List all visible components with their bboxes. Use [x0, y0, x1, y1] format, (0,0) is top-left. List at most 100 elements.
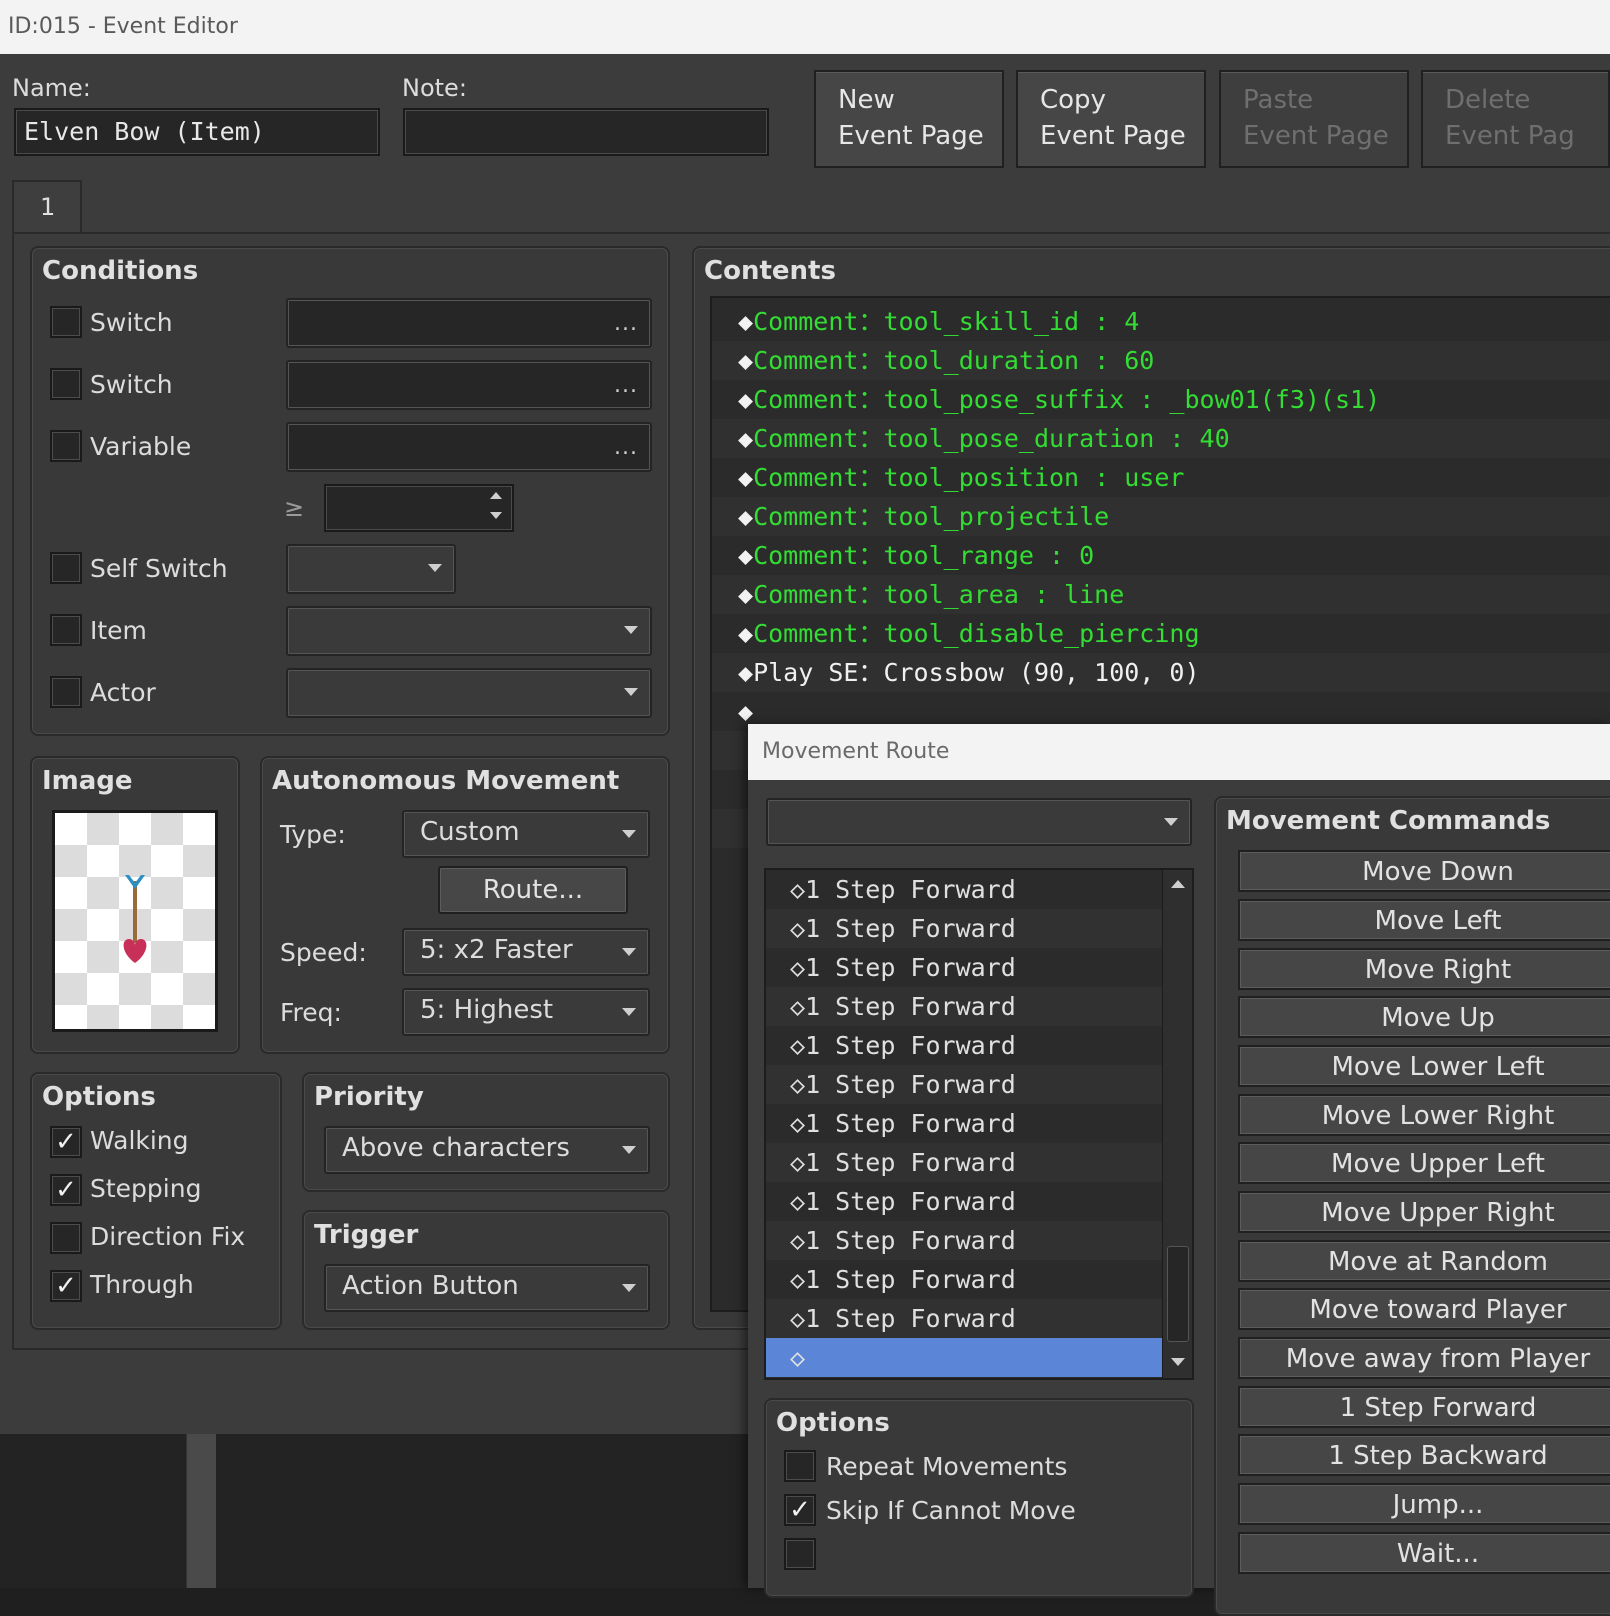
walking-checkbox[interactable]: ✓ — [50, 1126, 82, 1158]
switch-2-select[interactable]: ... — [286, 360, 652, 410]
self-switch-label: Self Switch — [90, 554, 228, 583]
list-item[interactable]: ◇1 Step Forward — [766, 948, 1162, 987]
event-image-preview[interactable] — [52, 810, 218, 1032]
trigger-select[interactable]: Action Button — [324, 1264, 650, 1312]
move-up-button[interactable]: Move Up — [1238, 996, 1610, 1038]
contents-row[interactable]: ◆Play SE：Crossbow (90, 100, 0) — [712, 653, 1610, 692]
switch-2-checkbox[interactable] — [50, 368, 82, 400]
switch-1-select[interactable]: ... — [286, 298, 652, 348]
switch-1-label: Switch — [90, 308, 173, 337]
list-item[interactable]: ◇1 Step Forward — [766, 1299, 1162, 1338]
move-lower-left-button[interactable]: Move Lower Left — [1238, 1045, 1610, 1087]
move-away-from-player-button[interactable]: Move away from Player — [1238, 1337, 1610, 1379]
route-list-scrollbar[interactable] — [1162, 870, 1192, 1378]
one-step-backward-button[interactable]: 1 Step Backward — [1238, 1434, 1610, 1476]
diamond-icon: ◆ — [738, 502, 754, 531]
wait-button[interactable]: Wait... — [1238, 1532, 1610, 1574]
contents-row[interactable]: ◆Comment：tool_range : 0 — [712, 536, 1610, 575]
repeat-movements-label: Repeat Movements — [826, 1452, 1068, 1481]
command-name: Play SE — [753, 658, 859, 687]
move-at-random-button[interactable]: Move at Random — [1238, 1240, 1610, 1282]
list-item[interactable]: ◇1 Step Forward — [766, 909, 1162, 948]
tab-page-1[interactable]: 1 — [12, 180, 82, 234]
variable-dots: ... — [614, 435, 638, 460]
command-sep: ： — [858, 658, 884, 687]
type-label: Type: — [280, 820, 346, 849]
note-input[interactable] — [403, 108, 769, 156]
item-checkbox[interactable] — [50, 614, 82, 646]
list-item[interactable]: ◇1 Step Forward — [766, 1104, 1162, 1143]
contents-row[interactable]: ◆Comment：tool_position : user — [712, 458, 1610, 497]
list-item[interactable]: ◇1 Step Forward — [766, 1026, 1162, 1065]
route-target-select[interactable] — [766, 798, 1192, 846]
move-upper-left-button[interactable]: Move Upper Left — [1238, 1142, 1610, 1184]
speed-select[interactable]: 5: x2 Faster — [402, 928, 650, 976]
list-item[interactable]: ◇1 Step Forward — [766, 1143, 1162, 1182]
delete-event-page-button[interactable]: Delete Event Pag — [1421, 70, 1610, 168]
spinner-up-icon[interactable] — [490, 492, 502, 499]
contents-row[interactable]: ◆Comment：tool_area : line — [712, 575, 1610, 614]
skip-if-cannot-move-label: Skip If Cannot Move — [826, 1496, 1076, 1525]
contents-row[interactable]: ◆Comment：tool_disable_piercing — [712, 614, 1610, 653]
variable-checkbox[interactable] — [50, 430, 82, 462]
actor-select[interactable] — [286, 668, 652, 718]
route-button[interactable]: Route... — [438, 866, 628, 914]
hollow-diamond-icon: ◇ — [790, 1187, 806, 1216]
command-sep: ： — [858, 502, 884, 531]
list-item[interactable]: ◇1 Step Forward — [766, 1260, 1162, 1299]
hollow-diamond-icon: ◇ — [790, 1343, 806, 1372]
repeat-movements-checkbox[interactable] — [784, 1450, 816, 1482]
through-checkbox[interactable]: ✓ — [50, 1270, 82, 1302]
list-item[interactable]: ◇1 Step Forward — [766, 1182, 1162, 1221]
paste-event-page-button[interactable]: Paste Event Page — [1219, 70, 1409, 168]
variable-select[interactable]: ... — [286, 422, 652, 472]
list-item-selected[interactable]: ◇ — [766, 1338, 1162, 1377]
new-event-page-button[interactable]: New Event Page — [814, 70, 1004, 168]
move-down-button[interactable]: Move Down — [1238, 850, 1610, 892]
contents-row[interactable]: ◆Comment：tool_skill_id : 4 — [712, 302, 1610, 341]
variable-value-spinner[interactable] — [324, 484, 514, 532]
chevron-down-icon — [622, 830, 636, 838]
move-upper-right-button[interactable]: Move Upper Right — [1238, 1191, 1610, 1233]
chevron-down-icon — [622, 948, 636, 956]
hollow-diamond-icon: ◇ — [790, 1070, 806, 1099]
move-lower-right-button[interactable]: Move Lower Right — [1238, 1094, 1610, 1136]
command-sep: ： — [858, 541, 884, 570]
spinner-down-icon[interactable] — [490, 512, 502, 519]
contents-row[interactable]: ◆Comment：tool_projectile — [712, 497, 1610, 536]
contents-row[interactable]: ◆Comment：tool_pose_duration : 40 — [712, 419, 1610, 458]
freq-select[interactable]: 5: Highest — [402, 988, 650, 1036]
switch-1-checkbox[interactable] — [50, 306, 82, 338]
skip-if-cannot-move-checkbox[interactable]: ✓ — [784, 1494, 816, 1526]
priority-select[interactable]: Above characters — [324, 1126, 650, 1174]
scroll-up-icon[interactable] — [1171, 880, 1185, 888]
scrollbar-thumb[interactable] — [1167, 1246, 1189, 1342]
contents-row[interactable]: ◆Comment：tool_duration : 60 — [712, 341, 1610, 380]
contents-row[interactable]: ◆Comment：tool_pose_suffix : _bow01(f3)(s… — [712, 380, 1610, 419]
move-right-button[interactable]: Move Right — [1238, 948, 1610, 990]
actor-checkbox[interactable] — [50, 676, 82, 708]
move-toward-player-button[interactable]: Move toward Player — [1238, 1288, 1610, 1330]
one-step-forward-button[interactable]: 1 Step Forward — [1238, 1386, 1610, 1428]
move-left-button[interactable]: Move Left — [1238, 899, 1610, 941]
route-options-title: Options — [776, 1408, 890, 1438]
item-select[interactable] — [286, 606, 652, 656]
wait-for-completion-checkbox[interactable] — [784, 1538, 816, 1570]
name-input[interactable]: Elven Bow (Item) — [14, 108, 380, 156]
list-item[interactable]: ◇1 Step Forward — [766, 1221, 1162, 1260]
list-item[interactable]: ◇1 Step Forward — [766, 1065, 1162, 1104]
contents-title: Contents — [704, 256, 836, 286]
jump-button[interactable]: Jump... — [1238, 1483, 1610, 1525]
type-select[interactable]: Custom — [402, 810, 650, 858]
copy-event-page-button[interactable]: Copy Event Page — [1016, 70, 1206, 168]
scroll-down-icon[interactable] — [1171, 1358, 1185, 1366]
stepping-label: Stepping — [90, 1174, 202, 1203]
direction-fix-checkbox[interactable] — [50, 1222, 82, 1254]
route-command-list[interactable]: ◇1 Step Forward ◇1 Step Forward ◇1 Step … — [764, 868, 1194, 1380]
list-item[interactable]: ◇1 Step Forward — [766, 987, 1162, 1026]
hollow-diamond-icon: ◇ — [790, 1148, 806, 1177]
self-switch-checkbox[interactable] — [50, 552, 82, 584]
self-switch-select[interactable] — [286, 544, 456, 594]
stepping-checkbox[interactable]: ✓ — [50, 1174, 82, 1206]
list-item[interactable]: ◇1 Step Forward — [766, 870, 1162, 909]
